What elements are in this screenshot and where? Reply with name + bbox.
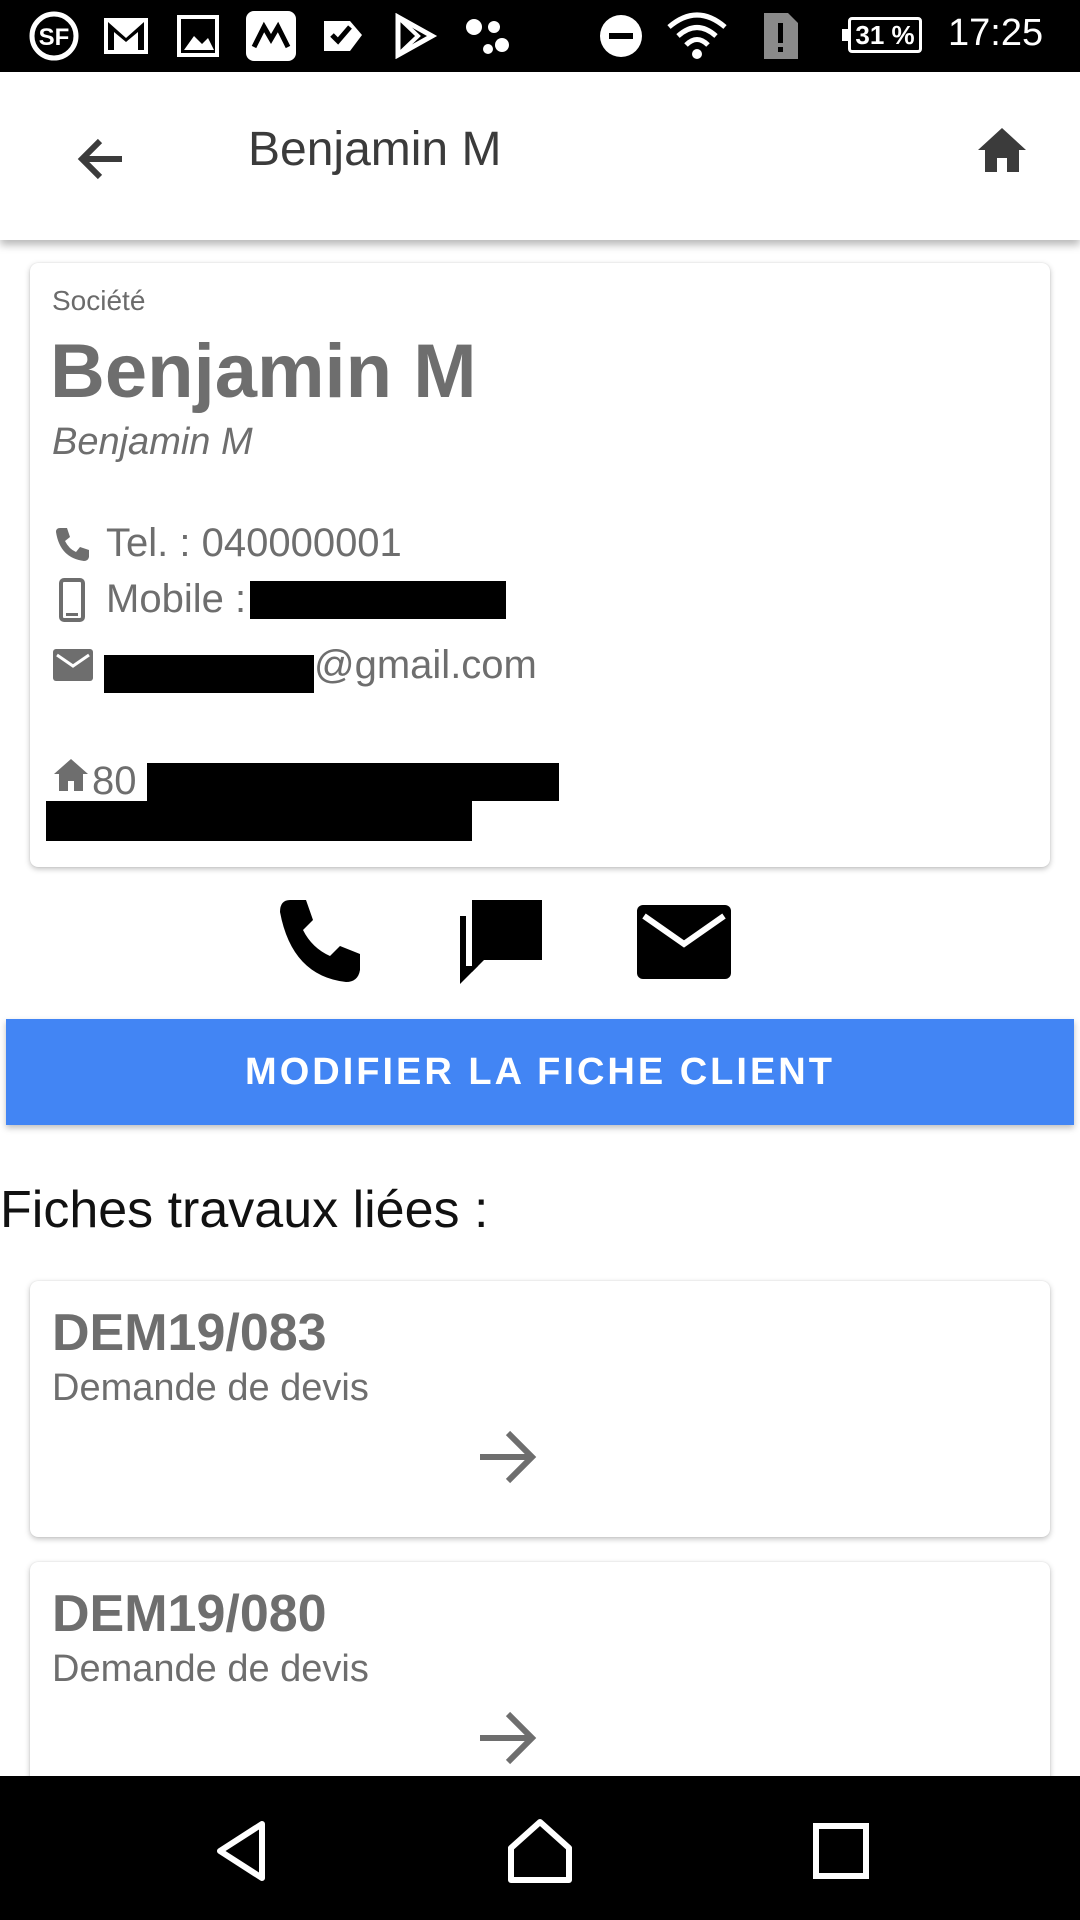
redacted-mobile bbox=[250, 580, 507, 619]
clock: 17:25 bbox=[948, 12, 1044, 54]
redacted-address-line1 bbox=[146, 762, 559, 801]
address-row[interactable]: 80 bbox=[52, 745, 559, 804]
battery-icon: 31 % bbox=[842, 17, 922, 53]
message-icon[interactable] bbox=[456, 898, 546, 986]
tasks-icon bbox=[320, 10, 366, 62]
mobile-small-icon bbox=[52, 577, 92, 622]
home-small-icon bbox=[52, 757, 90, 793]
back-triangle-icon[interactable] bbox=[206, 1816, 276, 1886]
edit-client-button[interactable]: MODIFIER LA FICHE CLIENT bbox=[6, 1019, 1074, 1125]
gmail-icon bbox=[102, 10, 150, 62]
mobile-row[interactable]: Mobile : bbox=[52, 577, 507, 622]
client-name: Benjamin M bbox=[50, 329, 477, 414]
job-type: Demande de devis bbox=[52, 1648, 369, 1690]
recents-square-icon[interactable] bbox=[806, 1816, 876, 1886]
job-ref: DEM19/083 bbox=[52, 1304, 327, 1362]
address-number: 80 bbox=[92, 759, 137, 803]
redacted-address-line2 bbox=[46, 801, 472, 841]
phone-row[interactable]: Tel. : 040000001 bbox=[52, 521, 402, 566]
email-small-icon bbox=[52, 648, 94, 682]
phone-small-icon bbox=[52, 524, 92, 564]
assistant-icon bbox=[462, 10, 512, 62]
client-subname: Benjamin M bbox=[52, 421, 253, 463]
sf-app-icon: SF bbox=[26, 10, 82, 62]
gallery-icon bbox=[176, 10, 220, 62]
home-circle-icon[interactable] bbox=[505, 1816, 575, 1886]
mail-icon[interactable] bbox=[636, 904, 732, 980]
home-icon[interactable] bbox=[974, 122, 1030, 178]
wifi-icon bbox=[666, 10, 728, 62]
redacted-email-user bbox=[104, 655, 314, 693]
linked-jobs-title: Fiches travaux liées : bbox=[0, 1181, 489, 1239]
navigation-bar bbox=[0, 1776, 1080, 1920]
svg-text:SF: SF bbox=[39, 24, 70, 51]
company-label: Société bbox=[52, 285, 146, 316]
phone-number: Tel. : 040000001 bbox=[106, 521, 402, 565]
email-domain: @gmail.com bbox=[314, 642, 537, 687]
mobile-label: Mobile : bbox=[106, 577, 247, 621]
status-bar: SF 31 % 17:25 bbox=[0, 0, 1080, 72]
client-card: Société Benjamin M Benjamin M Tel. : 040… bbox=[30, 263, 1050, 867]
arrow-forward-icon[interactable] bbox=[470, 1421, 542, 1493]
sim-alert-icon bbox=[760, 10, 800, 62]
app-bar: Benjamin M bbox=[0, 72, 1080, 240]
play-store-icon bbox=[392, 10, 438, 62]
app-icon bbox=[246, 10, 296, 62]
arrow-forward-icon[interactable] bbox=[470, 1702, 542, 1774]
page-title: Benjamin M bbox=[248, 123, 502, 176]
phone-icon[interactable] bbox=[276, 898, 368, 984]
job-card[interactable]: DEM19/083 Demande de devis bbox=[30, 1281, 1050, 1537]
job-ref: DEM19/080 bbox=[52, 1585, 327, 1643]
arrow-back-icon[interactable] bbox=[70, 127, 134, 191]
email-row[interactable]: @gmail.com bbox=[52, 637, 537, 693]
dnd-icon bbox=[598, 10, 644, 62]
job-type: Demande de devis bbox=[52, 1367, 369, 1409]
